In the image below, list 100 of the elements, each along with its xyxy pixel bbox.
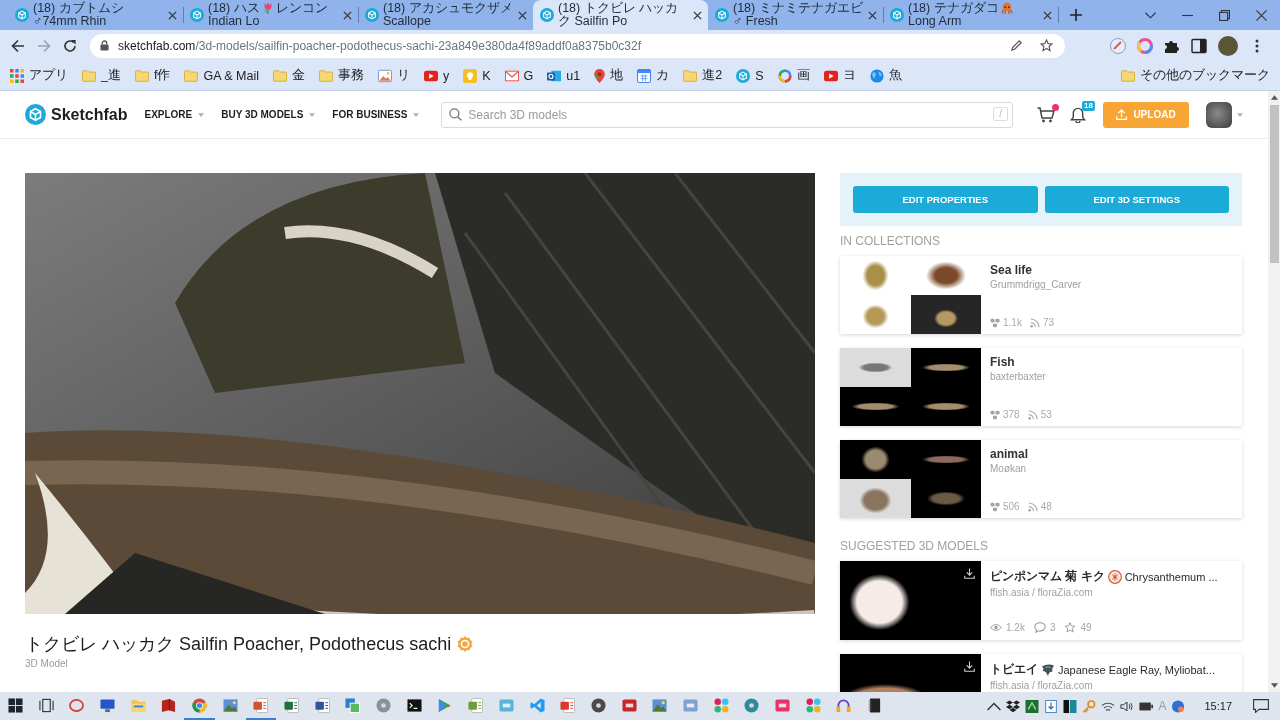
restore-icon[interactable] — [1219, 9, 1230, 21]
triangle-down-icon[interactable] — [1270, 683, 1278, 688]
chevron-down-icon[interactable] — [1145, 11, 1156, 19]
caret-icon — [413, 112, 420, 117]
cubes-icon — [990, 409, 1000, 420]
bookmark-item[interactable]: 進2 — [679, 64, 727, 87]
close-icon[interactable] — [343, 10, 352, 20]
section-heading: IN COLLECTIONS — [840, 234, 942, 248]
shortcut-key: / — [993, 106, 1008, 121]
calendar-icon — [637, 68, 652, 83]
browser-tab[interactable]: (18) トクビレ ハッカク Sailfin Po — [533, 0, 708, 30]
folder-icon — [184, 68, 199, 83]
close-icon[interactable] — [518, 10, 527, 20]
bookmark-item[interactable]: 金 — [269, 64, 309, 87]
bookmark-item[interactable]: u1 — [543, 64, 585, 87]
bookmark-item[interactable]: GA & Mail — [180, 64, 263, 87]
bookmark-item[interactable]: 事務 — [315, 64, 368, 87]
pen-icon[interactable] — [1010, 39, 1023, 52]
bookmark-item[interactable]: リ — [374, 64, 414, 87]
bookmark-item[interactable]: K — [459, 64, 495, 87]
browser-tab[interactable]: (18) テナガダコ Long Arm — [883, 0, 1058, 30]
star-icon[interactable] — [1040, 39, 1053, 52]
video-play-icon — [424, 68, 438, 83]
model-card[interactable]: ピンポンマム 菊 キク Chrysanthemum ... ffish.asia / floraZia.com 1.2k 3 49 — [840, 561, 1242, 640]
address-field[interactable]: sketchfab.com/3d-models/sailfin-poacher-podothecus-sachi-23a849e380da4f89addf0a8375b0c32f — [90, 33, 1065, 58]
close-icon[interactable] — [868, 10, 877, 20]
search-icon — [449, 108, 463, 121]
browser-icon — [191, 697, 207, 713]
video-play-icon — [823, 68, 838, 83]
model-type-label: 3D Model — [25, 658, 69, 669]
nav-menu-button[interactable]: FOR BUSINESS — [332, 109, 420, 120]
disc-icon[interactable] — [1171, 699, 1186, 713]
kebab-menu-icon[interactable] — [1255, 38, 1259, 53]
close-icon[interactable] — [693, 10, 702, 20]
browser-tab[interactable]: (18) ミナミテナガエビ ♂ Fresh — [708, 0, 883, 30]
slashed-circle-icon[interactable] — [1110, 37, 1126, 54]
ring-icon — [69, 697, 85, 713]
collection-title[interactable]: animal — [990, 447, 1233, 461]
cube-logo-icon — [15, 8, 29, 22]
back-icon[interactable] — [11, 38, 25, 53]
model-name[interactable]: トビエイ Japanese Eagle Ray, Myliobat... — [990, 661, 1239, 678]
plus-icon[interactable] — [1070, 9, 1082, 21]
bookmark-item[interactable]: f作 — [130, 64, 175, 87]
cubes-icon — [990, 501, 1000, 512]
reload-icon[interactable] — [63, 38, 77, 53]
bookmark-item[interactable]: 魚 — [865, 64, 906, 87]
close-icon[interactable] — [1256, 9, 1267, 21]
document-icon — [560, 697, 576, 713]
model-count: 1.1k — [1003, 317, 1022, 328]
octopus-icon — [1000, 2, 1013, 14]
bookmark-item[interactable]: _進 — [78, 64, 125, 87]
collection-title[interactable]: Fish — [990, 355, 1233, 369]
browser-tab[interactable]: (18) ハス レンコン Indian Lo — [183, 0, 358, 30]
apps-grid-icon — [10, 68, 24, 83]
play-icon — [437, 697, 453, 713]
clock-time[interactable]: 15:17 — [1204, 700, 1232, 712]
bookmark-item[interactable]: カ — [633, 64, 674, 87]
color-wheel-icon[interactable] — [1137, 37, 1153, 54]
folder-icon — [134, 68, 149, 83]
cube-logo-icon — [25, 104, 46, 125]
avatar-placeholder[interactable] — [1206, 101, 1232, 128]
bookmark-item[interactable]: y — [420, 64, 454, 87]
map-pin-icon — [594, 68, 606, 83]
cart-icon[interactable] — [1037, 106, 1055, 123]
diamonds-icon[interactable] — [1006, 699, 1021, 713]
bell-icon[interactable] — [1069, 106, 1087, 123]
collection-card[interactable]: Sea life Grummdrigg_Carver 1.1k 73 — [840, 256, 1242, 334]
logo-link[interactable]: Sketchfab — [25, 104, 128, 125]
bookmark-item[interactable]: 画 — [773, 64, 814, 87]
collection-card[interactable]: Fish baxterbaxter 378 53 — [840, 348, 1242, 426]
bookmark-item[interactable]: ヨ — [819, 64, 860, 87]
close-icon[interactable] — [1043, 10, 1052, 20]
scrollbar-thumb[interactable] — [1269, 105, 1279, 263]
close-icon[interactable] — [168, 10, 177, 20]
collection-title[interactable]: Sea life — [990, 263, 1233, 277]
speaker-icon[interactable] — [1120, 699, 1135, 713]
sidebar-icon[interactable] — [1191, 37, 1207, 54]
picture-icon — [222, 697, 238, 713]
avatar-placeholder[interactable] — [1218, 35, 1238, 56]
bars-icon[interactable] — [1063, 699, 1078, 713]
bookmark-item[interactable]: G — [500, 64, 538, 87]
browser-tab[interactable]: (18) アカシュモクザメ Scallope — [358, 0, 533, 30]
bookmark-item[interactable]: 地 — [590, 64, 628, 87]
model-name[interactable]: ピンポンマム 菊 キク Chrysanthemum ... — [990, 568, 1239, 585]
app-tile-icon[interactable] — [1025, 699, 1040, 713]
chat-bubble-icon[interactable] — [1253, 699, 1269, 713]
model-card[interactable]: トビエイ Japanese Eagle Ray, Myliobat... ffish.asia / floraZia.com — [840, 654, 1242, 692]
feed-icon — [1027, 501, 1038, 512]
bookmark-item[interactable]: その他のブックマーク — [1117, 64, 1274, 87]
collection-card[interactable]: animal Moøkan 506 48 — [840, 440, 1242, 518]
bookmark-item[interactable]: アプリ — [6, 64, 72, 87]
browser-tab[interactable]: (18) カブトムシ ♂74mm Rhin — [8, 0, 183, 30]
nav-menu-button[interactable]: EXPLORE — [144, 109, 205, 120]
scrollbar-track[interactable] — [1268, 91, 1280, 692]
bookmark-item[interactable]: S — [732, 64, 768, 87]
disc-icon — [744, 697, 760, 713]
nav-menu-button[interactable]: BUY 3D MODELS — [221, 109, 316, 120]
triangle-up-icon[interactable] — [1270, 95, 1278, 100]
terminal-icon — [406, 697, 422, 713]
app-tile-icon — [775, 697, 791, 713]
